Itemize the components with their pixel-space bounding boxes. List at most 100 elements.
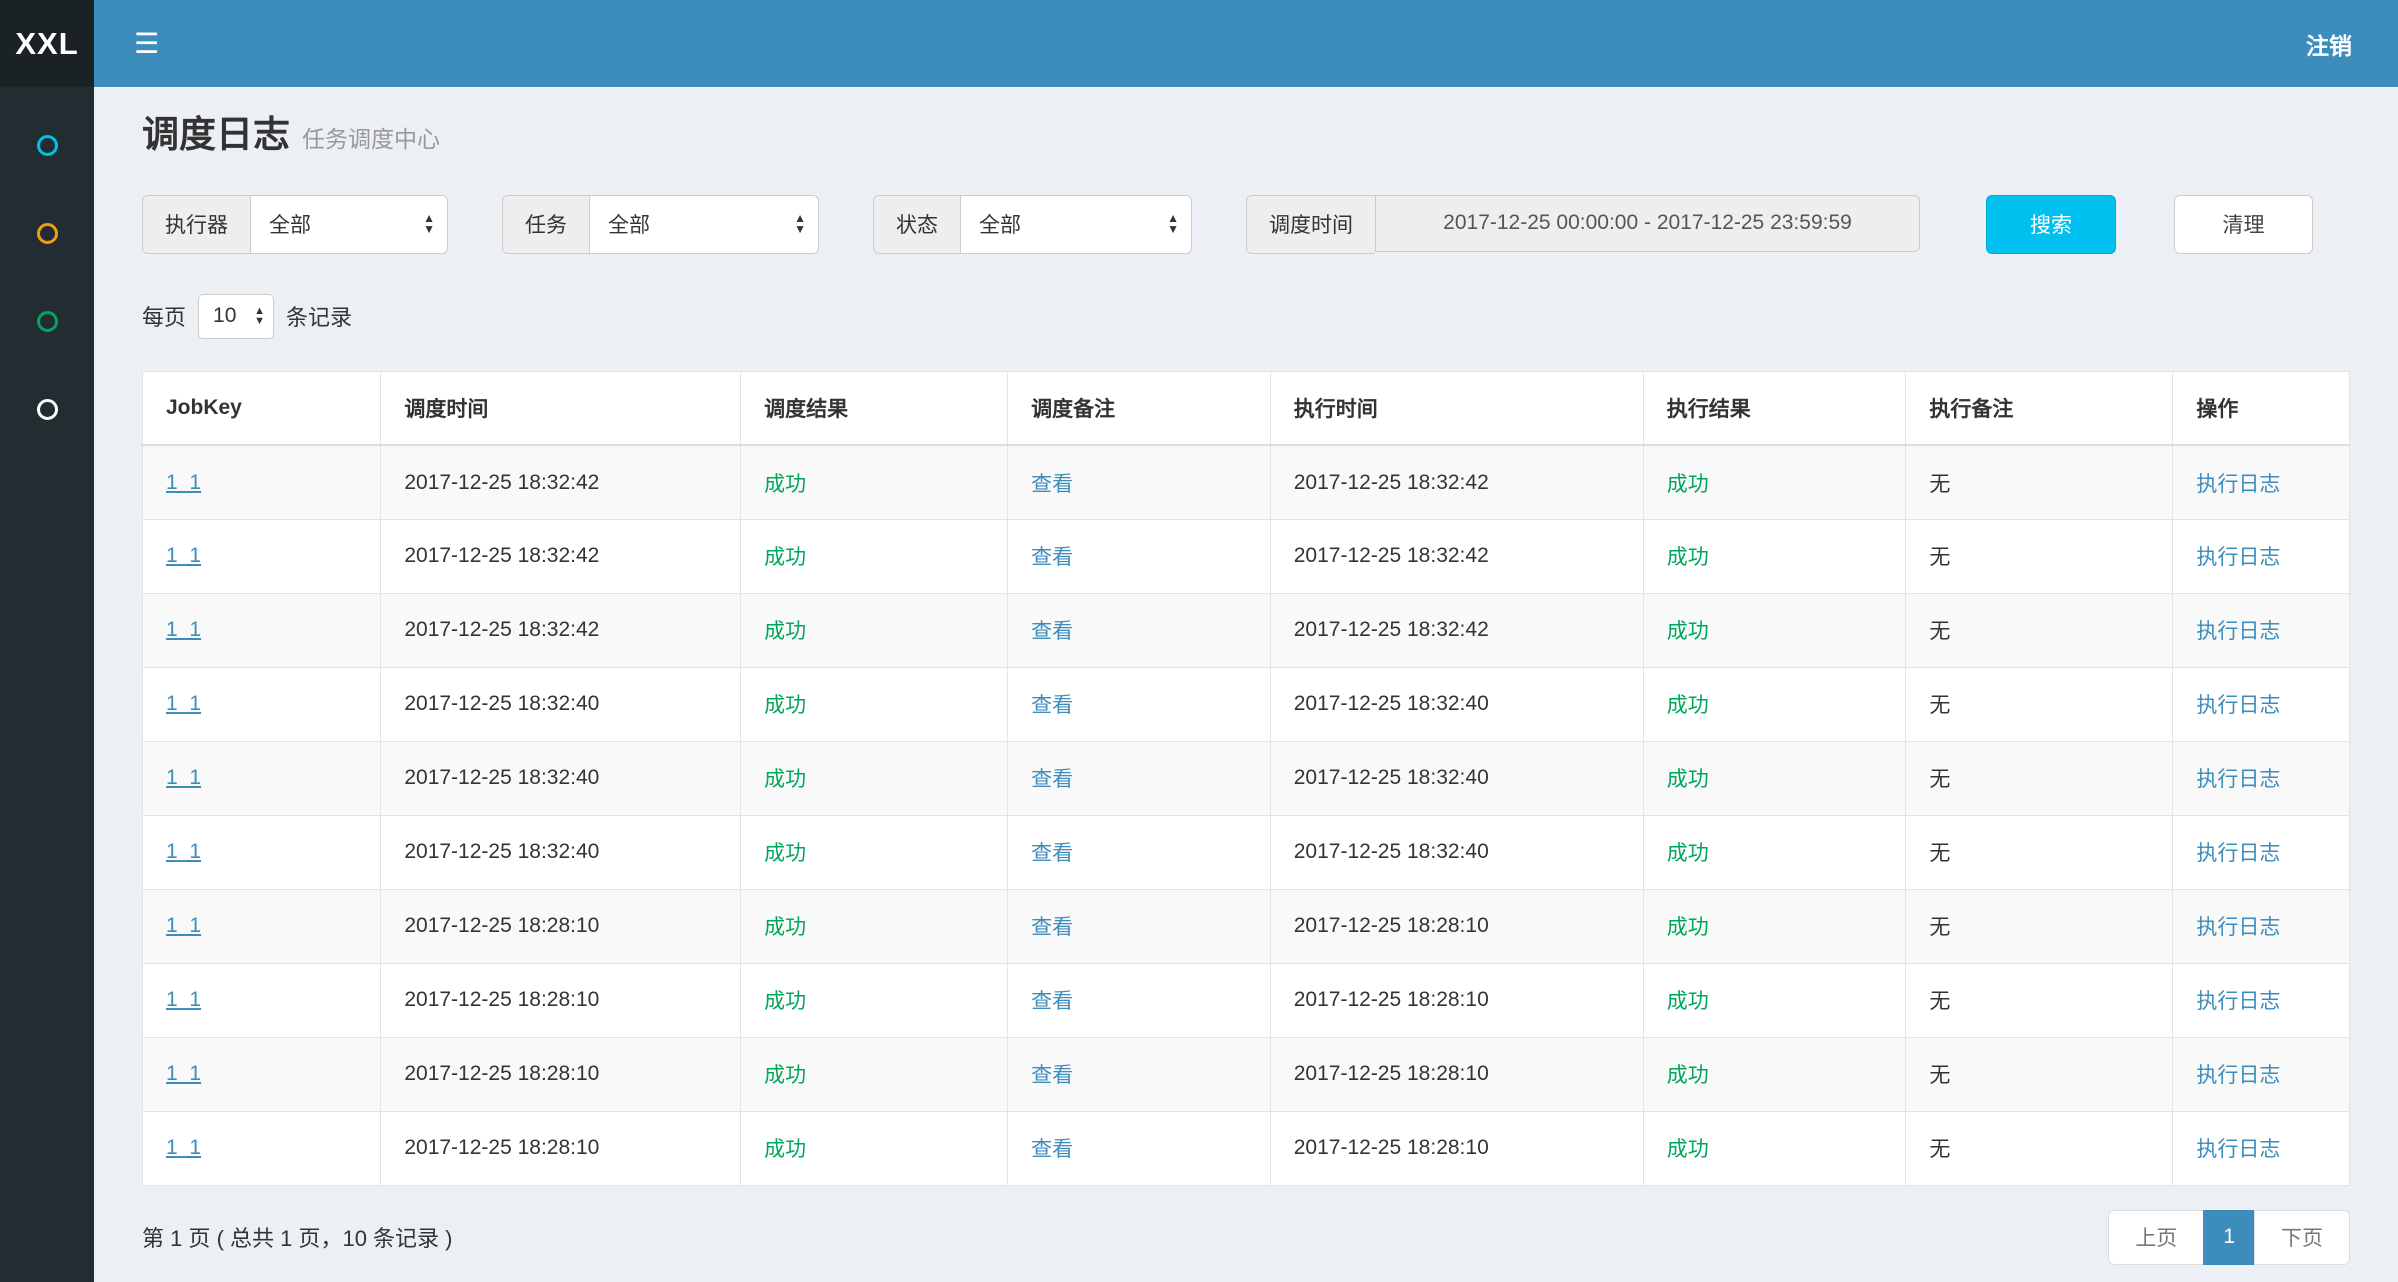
trigger-result-cell: 成功 xyxy=(764,916,806,939)
trigger-result-cell: 成功 xyxy=(764,546,806,569)
exec-remark-cell: 无 xyxy=(1929,546,1950,569)
trigger-result-cell: 成功 xyxy=(764,694,806,717)
job-filter-label: 任务 xyxy=(502,195,589,254)
jobkey-link[interactable]: 1_1 xyxy=(166,471,201,494)
table-row: 1_12017-12-25 18:32:42成功查看2017-12-25 18:… xyxy=(143,593,2350,667)
trigger-time-cell: 2017-12-25 18:32:42 xyxy=(404,471,599,494)
exec-log-link[interactable]: 执行日志 xyxy=(2196,694,2280,717)
exec-remark-cell: 无 xyxy=(1929,620,1950,643)
trigger-time-filter-group: 调度时间 xyxy=(1246,195,1920,254)
next-page-button[interactable]: 下页 xyxy=(2254,1210,2350,1265)
trigger-result-cell: 成功 xyxy=(764,620,806,643)
trigger-result-cell: 成功 xyxy=(764,842,806,865)
exec-time-cell: 2017-12-25 18:32:40 xyxy=(1294,766,1489,789)
current-page-button[interactable]: 1 xyxy=(2203,1210,2255,1265)
clear-button[interactable]: 清理 xyxy=(2174,195,2313,254)
exec-time-cell: 2017-12-25 18:32:40 xyxy=(1294,840,1489,863)
trigger-time-cell: 2017-12-25 18:32:40 xyxy=(404,692,599,715)
jobkey-link[interactable]: 1_1 xyxy=(166,692,201,715)
trigger-time-filter-label: 调度时间 xyxy=(1246,195,1375,254)
trigger-time-range-input[interactable] xyxy=(1375,195,1920,252)
col-header-trigger-result: 调度结果 xyxy=(741,371,1008,445)
exec-log-link[interactable]: 执行日志 xyxy=(2196,768,2280,791)
sidebar-item-job-manage[interactable] xyxy=(0,189,94,277)
jobkey-link[interactable]: 1_1 xyxy=(166,544,201,567)
trigger-remark-link[interactable]: 查看 xyxy=(1031,473,1073,496)
trigger-remark-link[interactable]: 查看 xyxy=(1031,990,1073,1013)
exec-remark-cell: 无 xyxy=(1929,1138,1950,1161)
jobkey-link[interactable]: 1_1 xyxy=(166,988,201,1011)
page-size-value: 10 xyxy=(199,304,236,328)
executor-select-value: 全部 xyxy=(251,209,311,239)
trigger-remark-link[interactable]: 查看 xyxy=(1031,842,1073,865)
page-subtitle: 任务调度中心 xyxy=(302,126,440,152)
sidebar-item-dashboard[interactable] xyxy=(0,101,94,189)
exec-log-link[interactable]: 执行日志 xyxy=(2196,546,2280,569)
exec-remark-cell: 无 xyxy=(1929,694,1950,717)
exec-remark-cell: 无 xyxy=(1929,473,1950,496)
status-filter-group: 状态 全部 ▲▼ xyxy=(873,195,1192,254)
executor-manage-circle-icon xyxy=(37,399,58,420)
logout-link[interactable]: 注销 xyxy=(2306,27,2352,61)
trigger-time-cell: 2017-12-25 18:32:40 xyxy=(404,840,599,863)
main-content: 调度日志任务调度中心 执行器 全部 ▲▼ 任务 全部 ▲▼ 状态 xyxy=(94,87,2398,1282)
jobkey-link[interactable]: 1_1 xyxy=(166,1062,201,1085)
executor-select[interactable]: 全部 ▲▼ xyxy=(250,195,448,254)
exec-result-cell: 成功 xyxy=(1667,620,1709,643)
status-select[interactable]: 全部 ▲▼ xyxy=(960,195,1192,254)
executor-filter-label: 执行器 xyxy=(142,195,250,254)
exec-log-link[interactable]: 执行日志 xyxy=(2196,990,2280,1013)
exec-remark-cell: 无 xyxy=(1929,842,1950,865)
page-size-select[interactable]: 10 ▲▼ xyxy=(198,294,274,339)
exec-time-cell: 2017-12-25 18:32:42 xyxy=(1294,618,1489,641)
exec-log-link[interactable]: 执行日志 xyxy=(2196,620,2280,643)
pagination: 上页 1 下页 xyxy=(2108,1210,2350,1265)
sidebar-toggle-icon[interactable]: ☰ xyxy=(134,30,159,58)
trigger-remark-link[interactable]: 查看 xyxy=(1031,620,1073,643)
table-row: 1_12017-12-25 18:32:40成功查看2017-12-25 18:… xyxy=(143,741,2350,815)
jobkey-link[interactable]: 1_1 xyxy=(166,618,201,641)
exec-log-link[interactable]: 执行日志 xyxy=(2196,1138,2280,1161)
jobkey-link[interactable]: 1_1 xyxy=(166,1136,201,1159)
exec-result-cell: 成功 xyxy=(1667,916,1709,939)
pagination-summary: 第 1 页 ( 总共 1 页，10 条记录 ) xyxy=(142,1221,453,1253)
trigger-remark-link[interactable]: 查看 xyxy=(1031,768,1073,791)
trigger-remark-link[interactable]: 查看 xyxy=(1031,546,1073,569)
col-header-trigger-remark: 调度备注 xyxy=(1008,371,1271,445)
sidebar-item-job-log[interactable] xyxy=(0,277,94,365)
prev-page-button[interactable]: 上页 xyxy=(2108,1210,2204,1265)
sidebar-item-executor-manage[interactable] xyxy=(0,365,94,453)
page-size-row: 每页 10 ▲▼ 条记录 xyxy=(142,294,2350,339)
trigger-time-cell: 2017-12-25 18:32:42 xyxy=(404,544,599,567)
navbar-main: ☰ 注销 xyxy=(94,0,2398,87)
col-header-exec-time: 执行时间 xyxy=(1270,371,1643,445)
trigger-remark-link[interactable]: 查看 xyxy=(1031,1064,1073,1087)
table-row: 1_1 2017-12-25 18:32:42 成功 查看 2017-12-25 18:… xyxy=(143,519,2350,593)
trigger-remark-link[interactable]: 查看 xyxy=(1031,916,1073,939)
exec-log-link[interactable]: 执行日志 xyxy=(2196,473,2280,496)
exec-log-link[interactable]: 执行日志 xyxy=(2196,1064,2280,1087)
table-row: 1_12017-12-25 18:28:10成功查看2017-12-25 18:… xyxy=(143,1037,2350,1111)
table-header-row: JobKey 调度时间 调度结果 调度备注 执行时间 执行结果 执行备注 操作 xyxy=(143,371,2350,445)
trigger-remark-link[interactable]: 查看 xyxy=(1031,694,1073,717)
trigger-result-cell: 成功 xyxy=(764,473,806,496)
exec-log-link[interactable]: 执行日志 xyxy=(2196,916,2280,939)
page-header: 调度日志任务调度中心 xyxy=(142,109,2350,161)
exec-log-link[interactable]: 执行日志 xyxy=(2196,842,2280,865)
status-filter-label: 状态 xyxy=(873,195,960,254)
trigger-remark-link[interactable]: 查看 xyxy=(1031,1138,1073,1161)
jobkey-link[interactable]: 1_1 xyxy=(166,766,201,789)
search-button[interactable]: 搜索 xyxy=(1986,195,2116,254)
jobkey-link[interactable]: 1_1 xyxy=(166,840,201,863)
app-logo[interactable]: XXL xyxy=(0,0,94,87)
page-size-suffix: 条记录 xyxy=(286,300,352,332)
col-header-action: 操作 xyxy=(2173,371,2350,445)
job-manage-circle-icon xyxy=(37,223,58,244)
exec-result-cell: 成功 xyxy=(1667,694,1709,717)
exec-time-cell: 2017-12-25 18:28:10 xyxy=(1294,1136,1489,1159)
job-select[interactable]: 全部 ▲▼ xyxy=(589,195,819,254)
job-select-value: 全部 xyxy=(590,209,650,239)
table-row: 1_12017-12-25 18:32:42成功查看2017-12-25 18:… xyxy=(143,445,2350,519)
jobkey-link[interactable]: 1_1 xyxy=(166,914,201,937)
exec-time-cell: 2017-12-25 18:32:42 xyxy=(1294,544,1489,567)
